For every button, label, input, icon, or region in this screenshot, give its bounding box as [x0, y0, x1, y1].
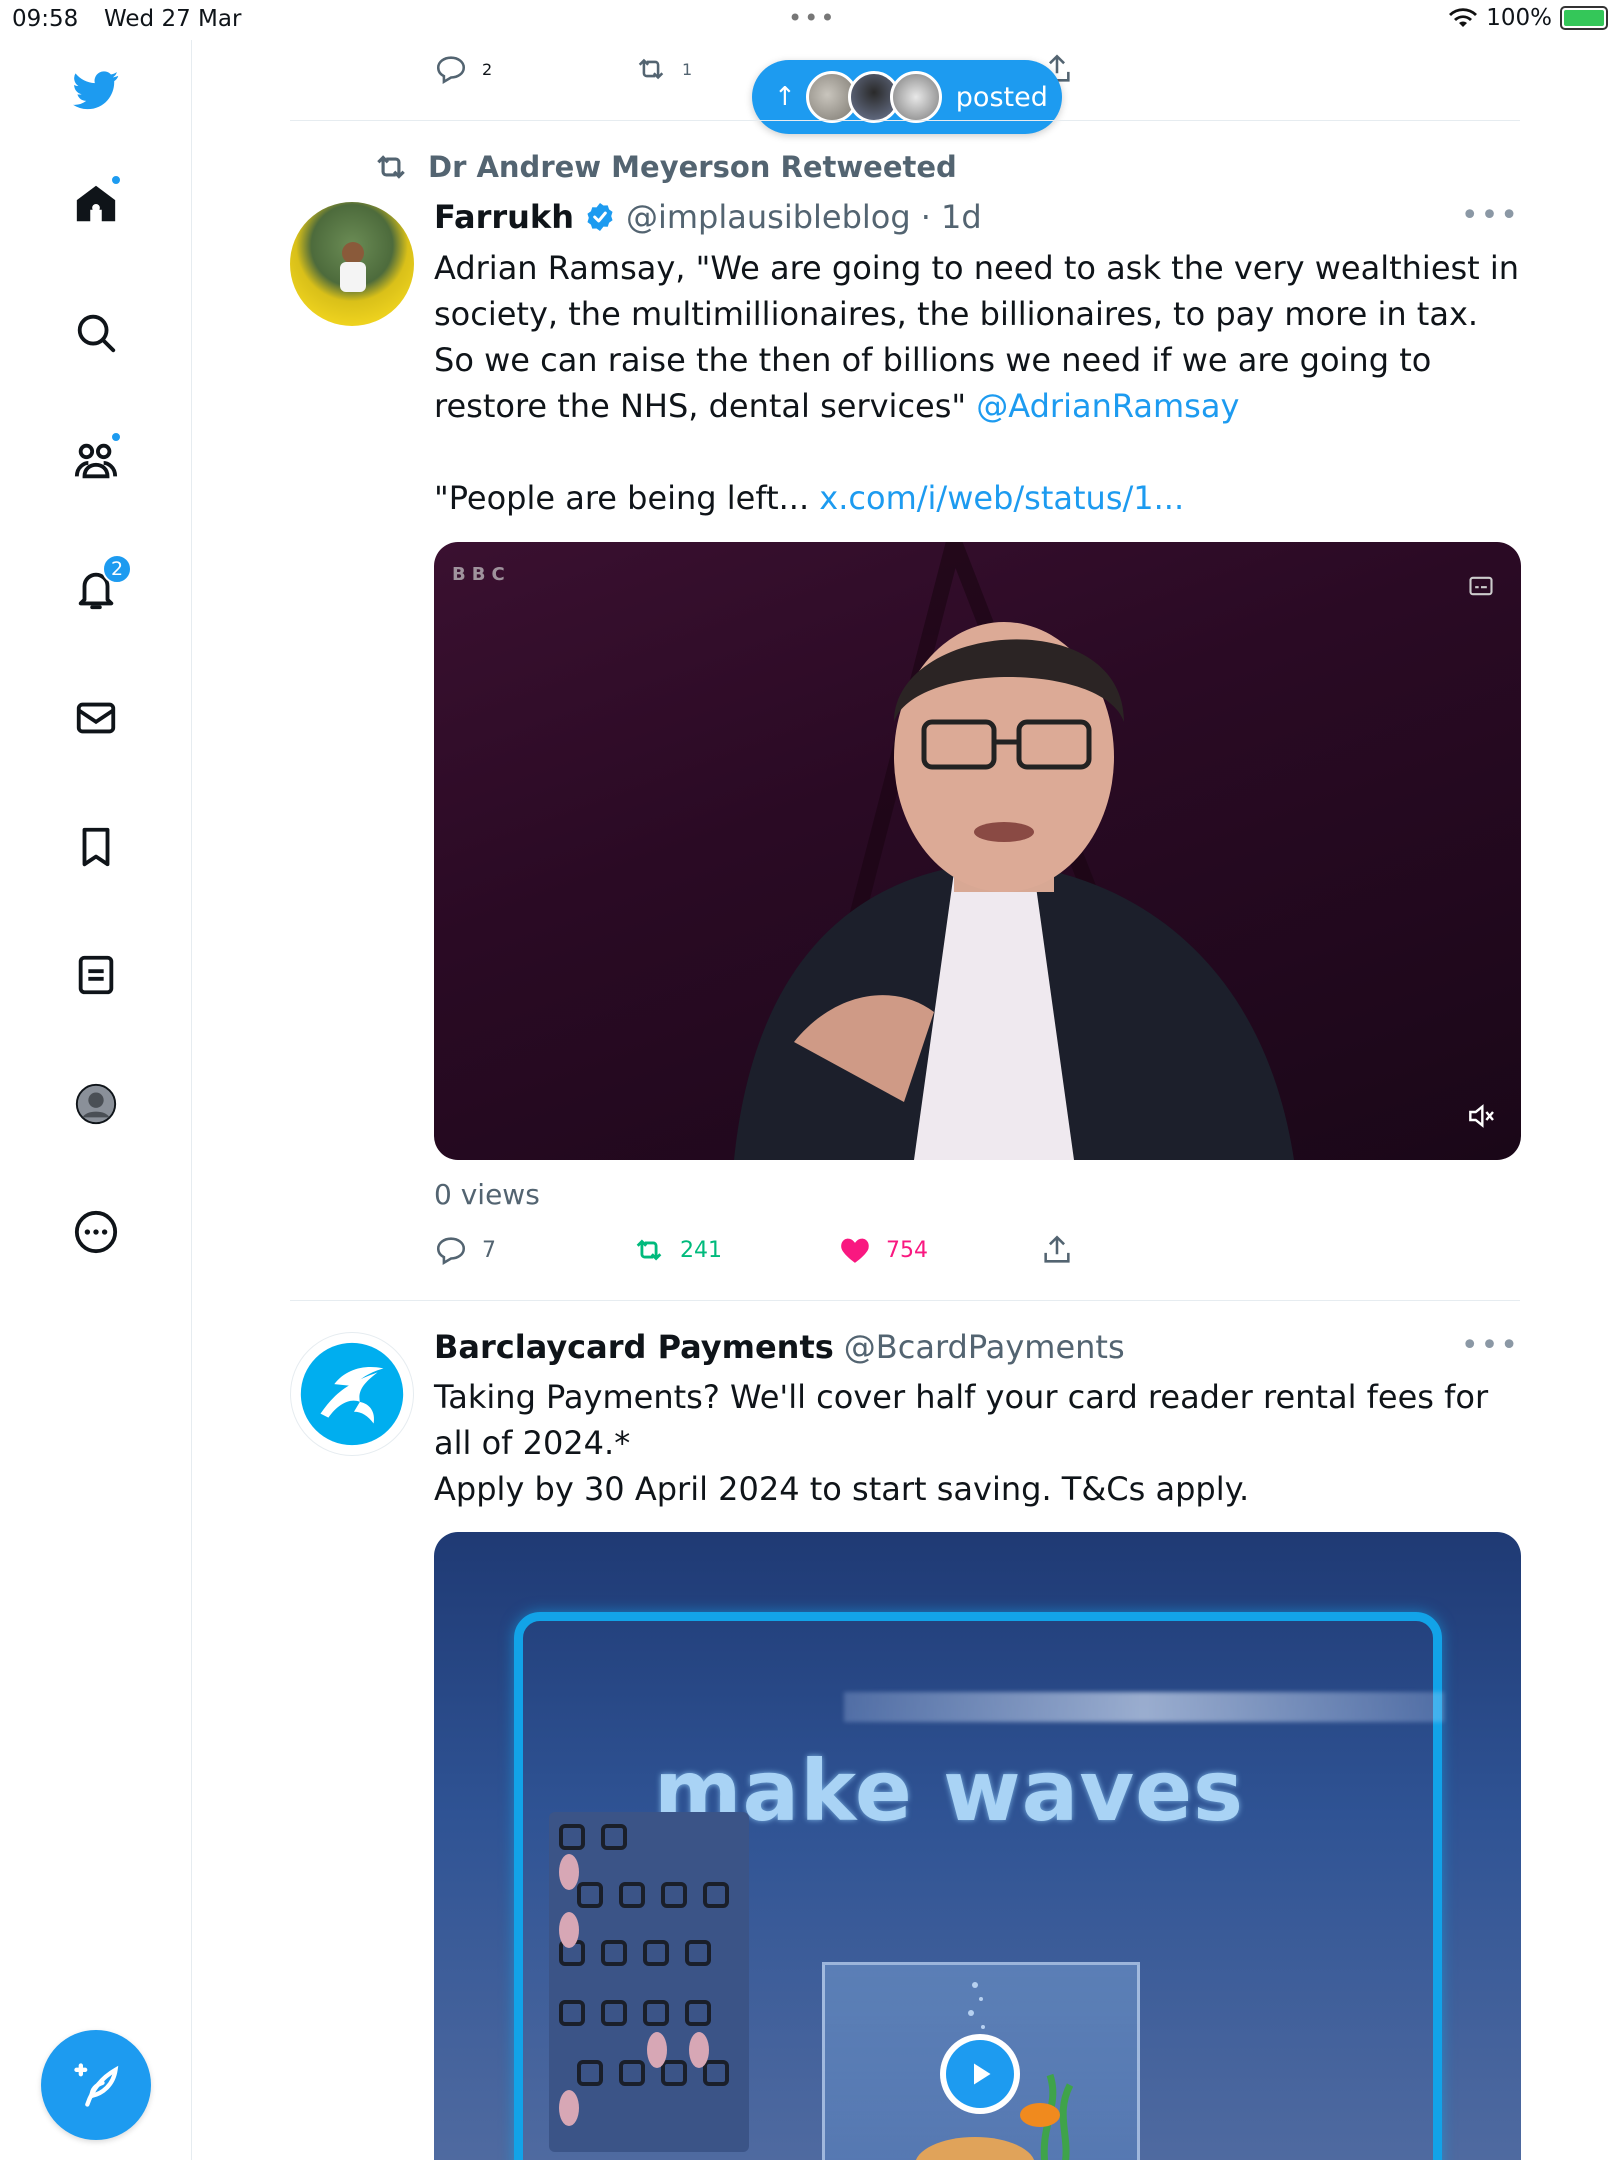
tweet1-mention-link[interactable]: @AdrianRamsay	[976, 387, 1239, 425]
sidebar: 2	[0, 40, 192, 2160]
multitasking-dots-icon[interactable]: •••	[788, 4, 836, 32]
prev-retweet-button[interactable]: 1	[634, 52, 692, 86]
verified-badge-icon	[587, 203, 613, 231]
list-icon	[78, 955, 114, 995]
tweet2-text-line1: Taking Payments? We'll cover half your c…	[434, 1378, 1489, 1462]
nav-explore[interactable]	[66, 303, 126, 363]
tweet2-video[interactable]: make waves	[434, 1532, 1521, 2160]
battery-percent: 100%	[1486, 5, 1552, 31]
communities-unread-dot	[110, 431, 122, 443]
tweet1-retweet-button[interactable]: 241	[632, 1233, 722, 1267]
tweet1-video[interactable]: BBC	[434, 542, 1521, 1160]
tweet1-reply-count: 7	[482, 1237, 496, 1263]
nav-bookmarks[interactable]	[66, 817, 126, 877]
nav-communities[interactable]	[66, 431, 126, 491]
twitter-logo-icon[interactable]	[66, 60, 126, 120]
new-posts-pill[interactable]: ↑ posted	[752, 60, 1062, 134]
divider	[290, 120, 1520, 121]
prev-retweet-count: 1	[682, 59, 693, 79]
tweet1-status-link[interactable]: x.com/i/web/status/1...	[819, 479, 1184, 517]
tweet2-header: Barclaycard Payments @BcardPayments	[434, 1328, 1125, 1366]
arrow-up-icon: ↑	[774, 82, 796, 112]
nav-home[interactable]	[66, 174, 126, 234]
avatar	[889, 71, 942, 123]
tweet1-text-quote: "People are being left...	[434, 479, 820, 517]
prev-reply-button[interactable]: 2	[434, 52, 492, 86]
tweet1-more-icon[interactable]: •••	[1461, 198, 1520, 233]
tweet2-more-icon[interactable]: •••	[1461, 1328, 1520, 1363]
retweet-icon	[638, 58, 664, 80]
prev-reply-count: 2	[482, 59, 493, 79]
notifications-badge: 2	[102, 554, 132, 584]
mail-icon	[76, 702, 116, 734]
card-reader-rack	[549, 1812, 749, 2152]
retweeted-by-line[interactable]: Dr Andrew Meyerson Retweeted	[372, 148, 957, 186]
play-icon	[946, 2040, 1014, 2108]
nav-more[interactable]	[66, 1202, 126, 1262]
nav-notifications[interactable]: 2	[66, 554, 132, 620]
tweet1-reply-button[interactable]: 7	[434, 1233, 496, 1267]
nav-lists[interactable]	[66, 945, 126, 1005]
share-icon	[1044, 1235, 1070, 1263]
barclaycard-eagle-logo	[300, 1342, 404, 1446]
retweeted-by-text: Dr Andrew Meyerson Retweeted	[428, 150, 957, 184]
status-date: Wed 27 Mar	[104, 6, 242, 32]
card-readers-illustration	[559, 1824, 729, 2126]
tweet1-like-button[interactable]: 754	[838, 1233, 928, 1267]
heart-filled-icon	[841, 1238, 869, 1263]
video-play-button[interactable]	[940, 2034, 1020, 2114]
tweet2-author-handle[interactable]: @BcardPayments	[844, 1328, 1125, 1366]
more-circle-icon	[74, 1210, 118, 1254]
bookmark-icon	[82, 827, 110, 867]
bbc-logo: BBC	[452, 564, 511, 585]
new-posts-label: posted	[955, 81, 1048, 113]
nav-profile[interactable]	[66, 1074, 126, 1134]
tweet1-author-avatar[interactable]	[290, 202, 414, 326]
tweet1-views: 0 views	[434, 1178, 540, 1211]
retweet-icon	[377, 155, 405, 179]
tweet1-like-count: 754	[886, 1237, 928, 1263]
tweet1-retweet-count: 241	[680, 1237, 722, 1263]
home-unread-dot	[110, 174, 122, 186]
compose-tweet-button[interactable]	[41, 2030, 151, 2140]
mute-icon[interactable]	[1465, 1100, 1497, 1132]
communities-icon	[74, 443, 118, 479]
tweet2-text-line2: Apply by 30 April 2024 to start saving. …	[434, 1470, 1250, 1508]
battery-icon	[1560, 6, 1608, 30]
blurred-text-bar	[844, 1692, 1444, 1722]
reply-icon	[436, 56, 466, 85]
nav-messages[interactable]	[66, 688, 126, 748]
tweet2-author-name[interactable]: Barclaycard Payments	[434, 1328, 834, 1366]
video-frame-illustration	[734, 542, 1294, 1160]
tweet1-timestamp[interactable]: · 1d	[921, 198, 982, 236]
tweet1-text: Adrian Ramsay, "We are going to need to …	[434, 245, 1524, 521]
captions-icon[interactable]	[1467, 572, 1495, 600]
compose-feather-icon	[74, 2063, 119, 2107]
status-time: 09:58	[12, 6, 79, 32]
tweet2-text: Taking Payments? We'll cover half your c…	[434, 1374, 1524, 1512]
wifi-icon	[1449, 8, 1478, 27]
tweet1-author-name[interactable]: Farrukh	[434, 198, 574, 236]
tweet1-author-handle[interactable]: @implausibleblog	[626, 198, 911, 236]
tweet1-header: Farrukh @implausibleblog · 1d	[434, 198, 982, 236]
tweet2-author-avatar[interactable]	[290, 1332, 414, 1456]
divider	[290, 1300, 1520, 1301]
profile-avatar-icon	[75, 1083, 117, 1125]
search-icon	[77, 314, 116, 353]
reply-icon	[436, 1237, 466, 1266]
retweet-icon	[636, 1239, 662, 1261]
home-icon	[76, 185, 116, 222]
tweet1-share-button[interactable]	[1040, 1233, 1074, 1267]
status-bar: 09:58 Wed 27 Mar ••• 100%	[0, 0, 1620, 40]
